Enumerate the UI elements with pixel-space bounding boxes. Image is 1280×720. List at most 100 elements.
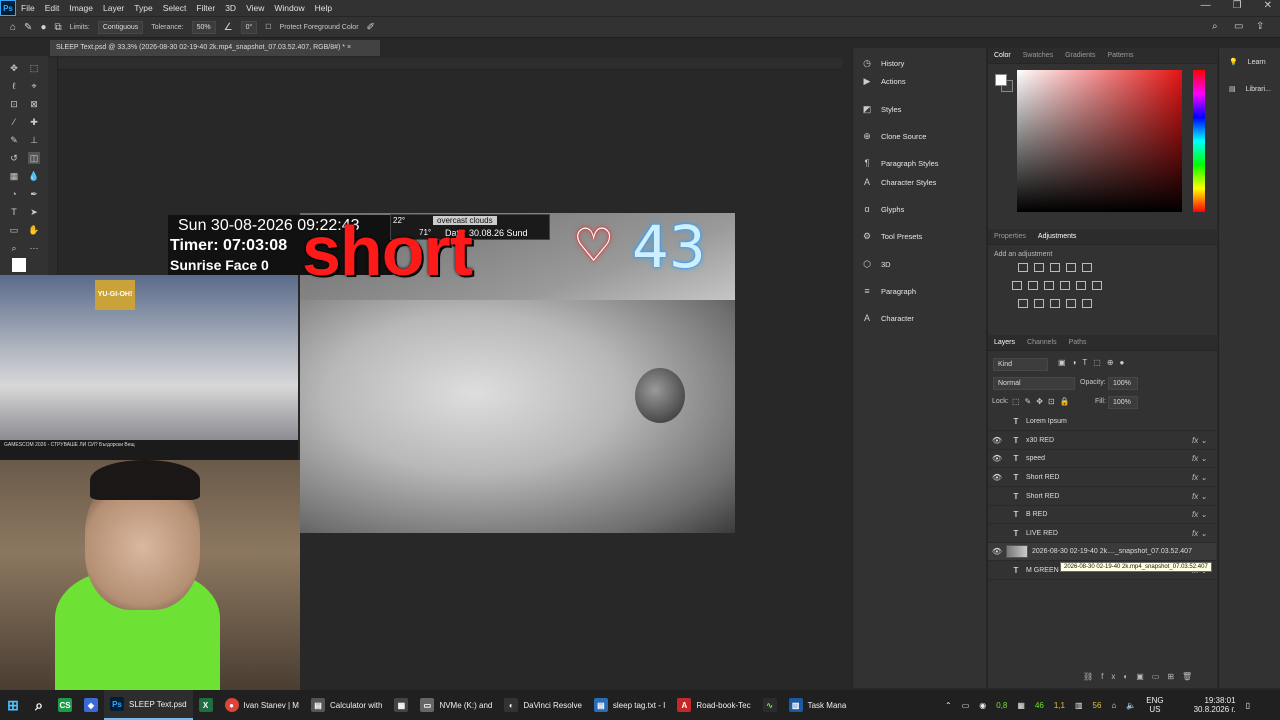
color-balance-icon[interactable] — [1028, 281, 1038, 290]
fx-icon[interactable]: fx ⌄ — [1192, 529, 1216, 538]
taskbar-app-chrome[interactable]: ● Ivan Stanev | M — [219, 690, 305, 720]
panel-styles[interactable]: ◩ Styles — [861, 102, 902, 116]
panel-character[interactable]: A Character — [861, 311, 914, 325]
tab-swatches[interactable]: Swatches — [1023, 52, 1053, 59]
search-icon[interactable]: ⌕ — [1212, 21, 1218, 32]
window-icon[interactable]: ▭ — [962, 701, 970, 710]
levels-icon[interactable] — [1034, 263, 1044, 272]
panel-libraries[interactable]: ▤ Librari... — [1229, 85, 1271, 94]
taskbar-app-calculator[interactable]: ▤ Calculator with — [305, 690, 388, 720]
panel-paragraph-styles[interactable]: ¶ Paragraph Styles — [861, 156, 939, 170]
layer-filter-select[interactable]: Kind — [993, 358, 1048, 371]
photo-filter-icon[interactable] — [1060, 281, 1070, 290]
brush-mode-icon[interactable]: ⧉ — [54, 22, 61, 33]
curves-icon[interactable] — [1050, 263, 1060, 272]
tolerance-input[interactable]: 50% — [191, 20, 216, 34]
path-select-tool-icon[interactable]: ➤ — [28, 206, 40, 218]
workspace-icon[interactable]: ▭ — [1234, 21, 1243, 32]
layer-actions-bar[interactable]: ⛓fx◐▣▭⊞🗑 — [1083, 672, 1200, 681]
taskbar-app-explorer[interactable]: ▭ NVMe (K:) and — [414, 690, 498, 720]
menu-help[interactable]: Help — [310, 0, 337, 16]
language-indicator[interactable]: ENG US — [1146, 696, 1163, 714]
tab-patterns[interactable]: Patterns — [1107, 52, 1133, 59]
menu-type[interactable]: Type — [129, 0, 157, 16]
hand-tool-icon[interactable]: ✋ — [28, 224, 40, 236]
menu-filter[interactable]: Filter — [191, 0, 220, 16]
layer-row[interactable]: T Lorem Ipsum — [988, 413, 1216, 431]
layer-row[interactable]: 👁 T speed fx ⌄ — [988, 450, 1216, 468]
black-white-icon[interactable] — [1044, 281, 1054, 290]
channel-mixer-icon[interactable] — [1076, 281, 1086, 290]
pressure-icon[interactable]: ✐ — [367, 22, 375, 33]
taskbar-app-davinci[interactable]: ◐ DaVinci Resolve — [498, 690, 588, 720]
panel-3d[interactable]: ⬡ 3D — [861, 257, 891, 271]
eye-icon[interactable]: 👁 — [988, 454, 1006, 463]
panel-paragraph[interactable]: ≡ Paragraph — [861, 284, 916, 298]
menu-select[interactable]: Select — [158, 0, 192, 16]
tab-paths[interactable]: Paths — [1069, 339, 1087, 346]
vibrance-icon[interactable] — [1082, 263, 1092, 272]
layer-row[interactable]: T B RED fx ⌄ — [988, 506, 1216, 524]
taskbar-app-excel[interactable]: X — [193, 690, 219, 720]
lasso-tool-icon[interactable]: ℓ — [8, 80, 20, 92]
taskbar-app-acrobat[interactable]: A Road-book-Tec — [671, 690, 756, 720]
tab-color[interactable]: Color — [994, 52, 1011, 59]
eyedropper-tool-icon[interactable]: ⁄ — [8, 116, 20, 128]
tab-adjustments[interactable]: Adjustments — [1038, 233, 1077, 240]
volume-icon[interactable]: 🔈 — [1126, 701, 1136, 710]
quick-select-tool-icon[interactable]: ⌖ — [28, 80, 40, 92]
menu-3d[interactable]: 3D — [220, 0, 241, 16]
eye-icon[interactable]: 👁 — [988, 547, 1006, 556]
layer-row[interactable]: 👁 T x30 RED fx ⌄ — [988, 432, 1216, 450]
exposure-icon[interactable] — [1066, 263, 1076, 272]
protect-checkbox[interactable]: ☐ — [265, 23, 271, 31]
panel-history[interactable]: ◷ History — [861, 56, 904, 70]
pen-tool-icon[interactable]: ✒ — [28, 188, 40, 200]
fx-icon[interactable]: fx ⌄ — [1192, 454, 1216, 463]
fx-icon[interactable]: fx ⌄ — [1192, 436, 1216, 445]
panel-clone-source[interactable]: ⊕ Clone Source — [861, 129, 926, 143]
hue-saturation-icon[interactable] — [1012, 281, 1022, 290]
minimize-icon[interactable]: — — [1201, 0, 1211, 11]
color-picker-field[interactable] — [1017, 70, 1182, 212]
crop-tool-icon[interactable]: ⊡ — [8, 98, 20, 110]
chevron-up-icon[interactable]: ⌃ — [945, 701, 952, 710]
invert-icon[interactable] — [1018, 299, 1028, 308]
menu-view[interactable]: View — [241, 0, 269, 16]
taskbar-app[interactable]: ▦ — [388, 690, 414, 720]
start-button[interactable]: ⊞ — [0, 690, 26, 720]
healing-tool-icon[interactable]: ✚ — [28, 116, 40, 128]
hue-slider[interactable] — [1193, 70, 1205, 212]
layer-row[interactable]: T LIVE RED fx ⌄ — [988, 525, 1216, 543]
frame-tool-icon[interactable]: ⊠ — [28, 98, 40, 110]
color-lookup-icon[interactable] — [1092, 281, 1102, 290]
network-icon[interactable]: ⌂ — [1111, 701, 1116, 710]
tab-channels[interactable]: Channels — [1027, 339, 1057, 346]
gradient-map-icon[interactable] — [1066, 299, 1076, 308]
gradient-tool-icon[interactable]: ▦ — [8, 170, 20, 182]
eye-icon[interactable]: 👁 — [988, 473, 1006, 482]
taskbar-app-notepad[interactable]: ▤ sleep tag.txt - I — [588, 690, 671, 720]
posterize-icon[interactable] — [1034, 299, 1044, 308]
menu-file[interactable]: File — [16, 0, 40, 16]
panel-glyphs[interactable]: ɑ Glyphs — [861, 202, 904, 216]
move-tool-icon[interactable]: ✥ — [8, 62, 20, 74]
panel-character-styles[interactable]: A Character Styles — [861, 175, 936, 189]
close-icon[interactable]: × — [347, 44, 351, 51]
blur-tool-icon[interactable]: 💧 — [28, 170, 40, 182]
maximize-icon[interactable]: ❐ — [1233, 0, 1242, 11]
taskbar-app-task-manager[interactable]: ▥ Task Mana — [783, 690, 853, 720]
document-tab[interactable]: SLEEP Text.psd @ 33,3% (2026-08-30 02-19… — [50, 40, 380, 56]
tab-properties[interactable]: Properties — [994, 233, 1026, 240]
selective-color-icon[interactable] — [1082, 299, 1092, 308]
foreground-color-swatch[interactable] — [995, 74, 1007, 86]
zoom-tool-icon[interactable]: ⌕ — [8, 242, 20, 254]
type-tool-icon[interactable]: T — [8, 206, 20, 218]
more-tools-icon[interactable]: ⋯ — [28, 242, 40, 254]
layer-filter-icons[interactable]: ▣◑T⬚⊕● — [1058, 358, 1130, 367]
brush-tool-icon[interactable]: ✎ — [24, 22, 32, 33]
panel-tool-presets[interactable]: ⚙ Tool Presets — [861, 229, 922, 243]
share-icon[interactable]: ⇪ — [1256, 21, 1264, 32]
eraser-tool-icon[interactable]: ◫ — [28, 152, 40, 164]
fill-input[interactable]: 100% — [1108, 396, 1138, 409]
